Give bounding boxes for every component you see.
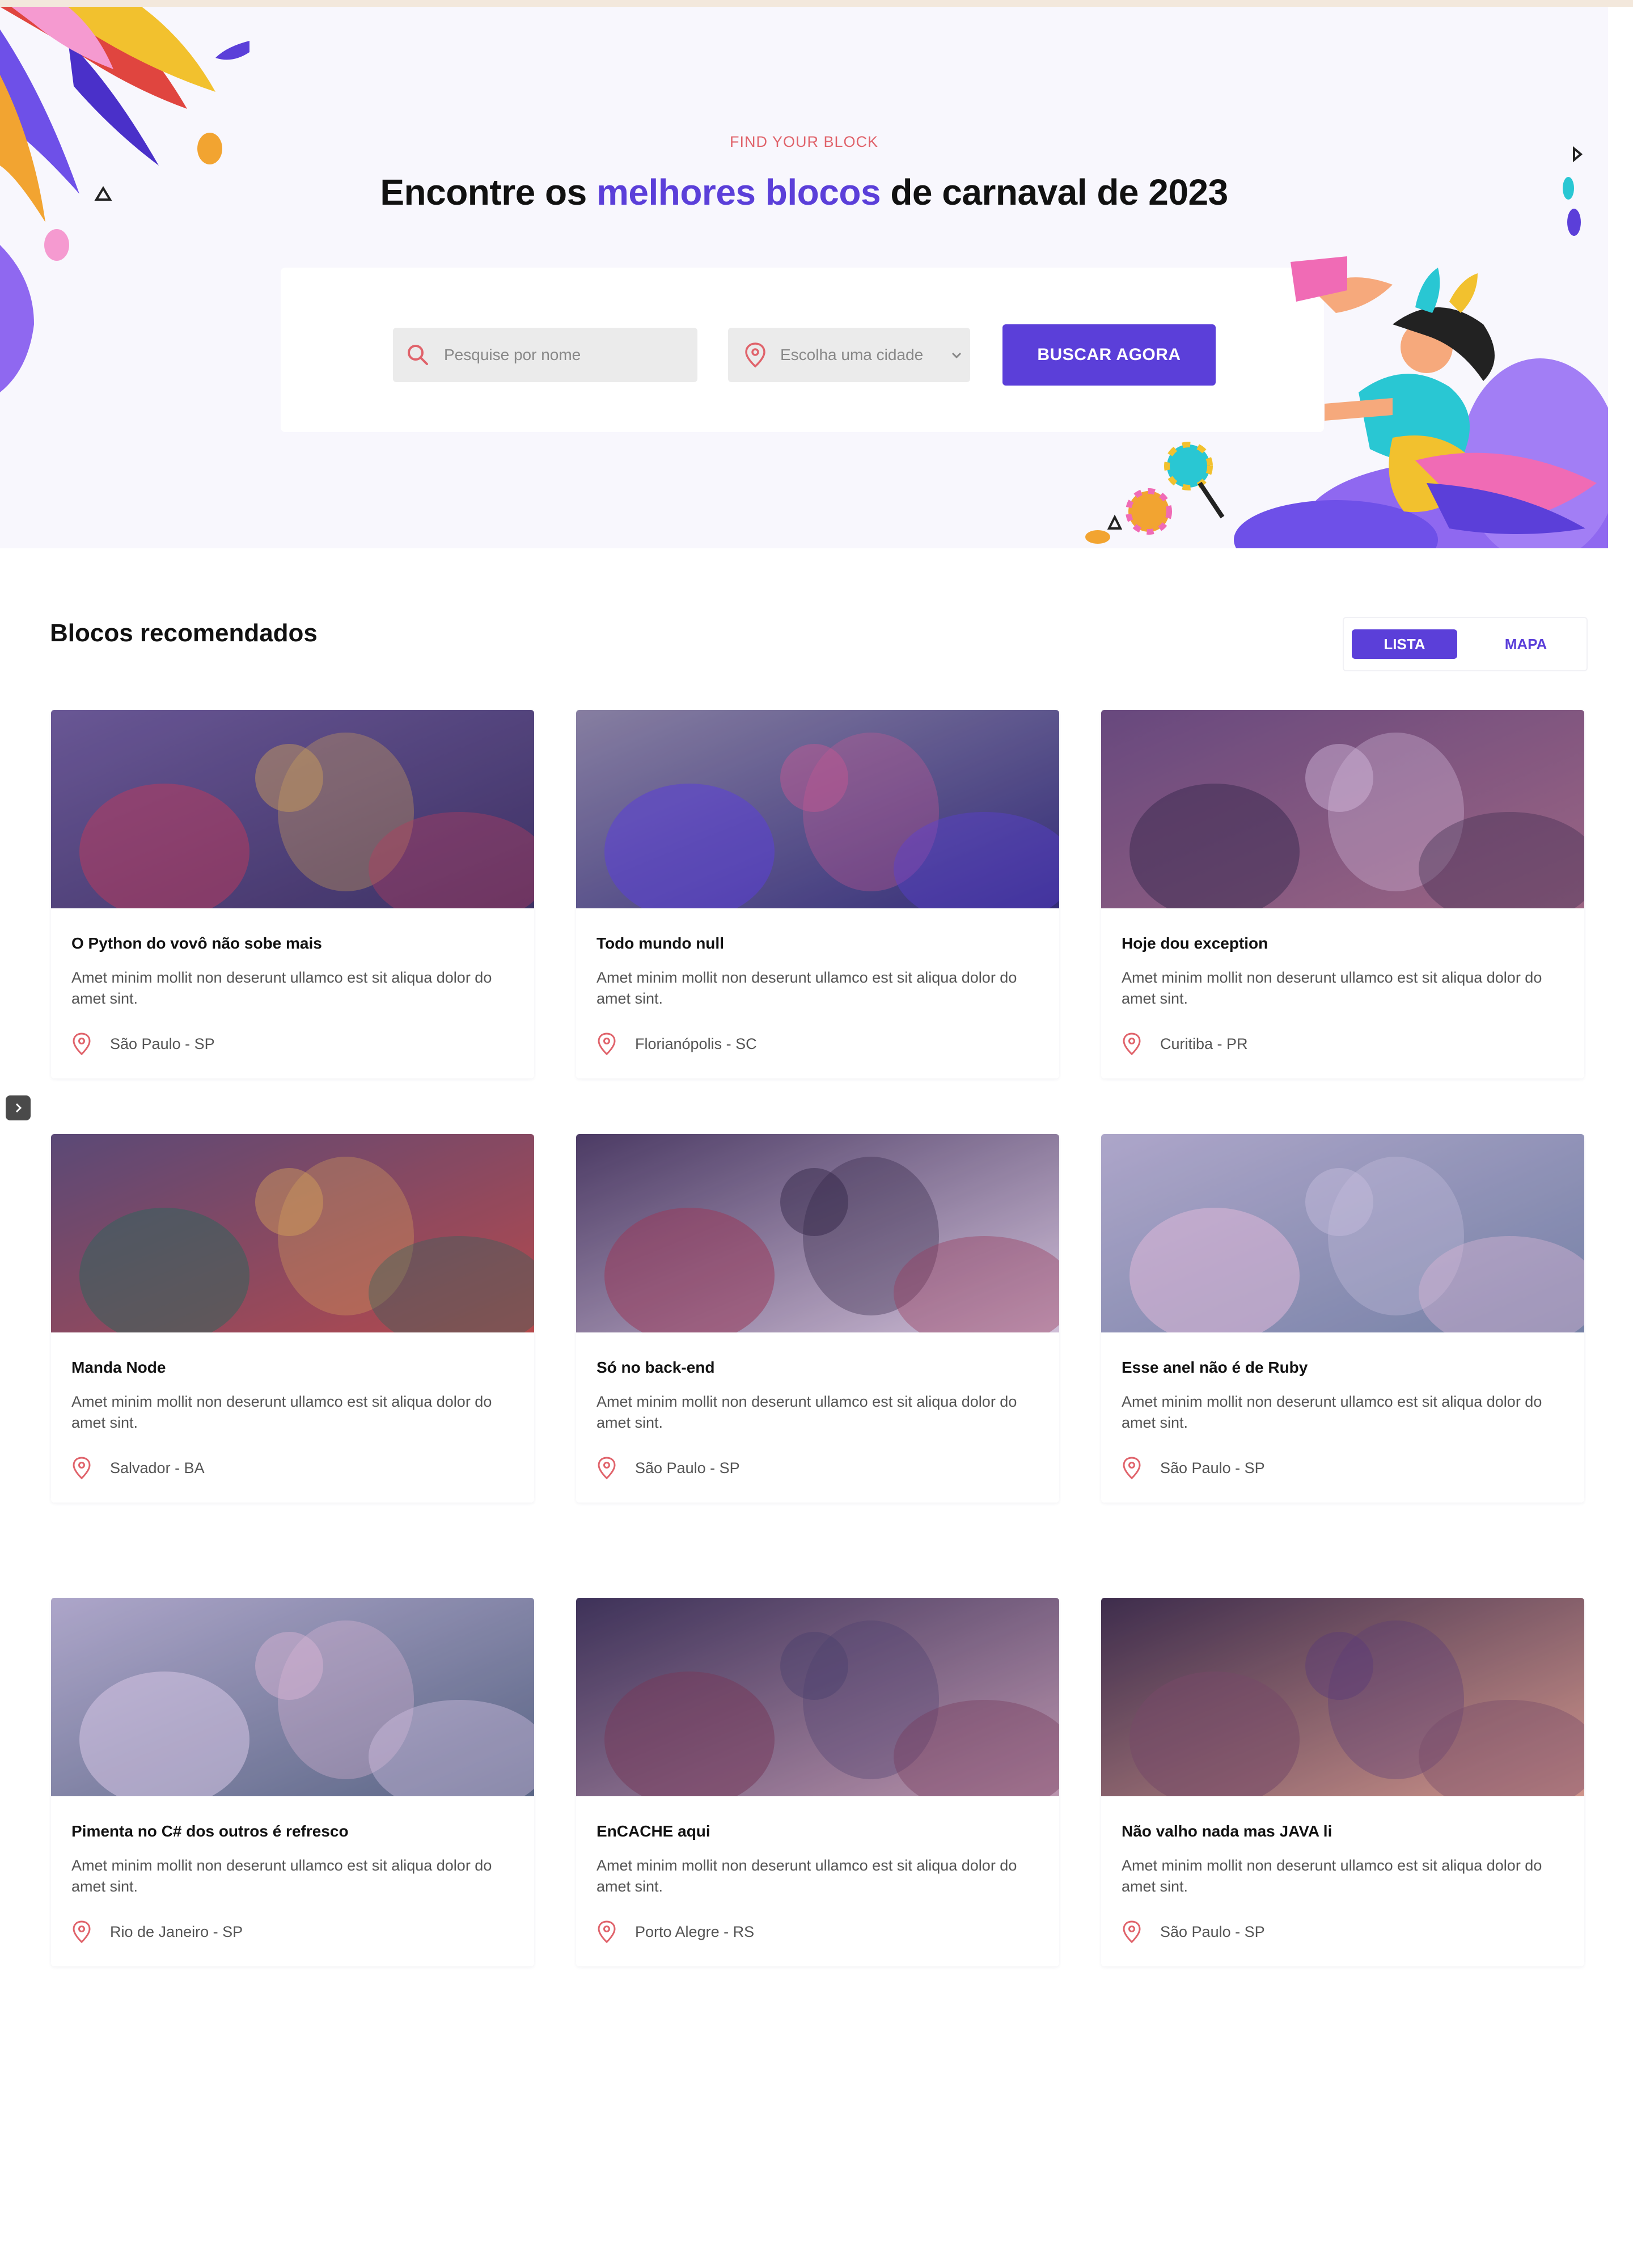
block-photo <box>51 1134 534 1332</box>
block-title[interactable]: Hoje dou exception <box>1122 934 1268 953</box>
block-location: São Paulo - SP <box>596 1456 740 1480</box>
chevron-down-icon <box>951 352 962 359</box>
side-panel-handle[interactable] <box>6 1095 31 1120</box>
block-location-text: Florianópolis - SC <box>635 1035 757 1052</box>
block-description: Amet minim mollit non deserunt ullamco e… <box>596 1857 1017 1895</box>
block-location: São Paulo - SP <box>1122 1920 1265 1944</box>
block-card[interactable]: Hoje dou exception Amet minim mollit non… <box>1101 710 1584 1078</box>
map-pin-icon <box>73 1457 91 1480</box>
block-location-text: São Paulo - SP <box>635 1459 740 1476</box>
block-card[interactable]: Esse anel não é de Ruby Amet minim molli… <box>1101 1134 1584 1503</box>
block-location-text: São Paulo - SP <box>1160 1923 1265 1940</box>
block-card[interactable]: O Python do vovô não sobe mais Amet mini… <box>51 710 534 1078</box>
carnival-dancer-illustration <box>1085 146 1608 548</box>
block-photo <box>1101 1134 1584 1332</box>
block-description: Amet minim mollit non deserunt ullamco e… <box>596 1393 1017 1431</box>
block-location: São Paulo - SP <box>1122 1456 1265 1480</box>
block-title[interactable]: Todo mundo null <box>596 934 724 953</box>
map-pin-icon <box>598 1033 616 1056</box>
block-location-text: Curitiba - PR <box>1160 1035 1248 1052</box>
block-card[interactable]: Não valho nada mas JAVA li Amet minim mo… <box>1101 1598 1584 1966</box>
block-title[interactable]: Manda Node <box>71 1359 166 1377</box>
search-name-input[interactable]: Pesquise por nome <box>393 328 697 382</box>
search-icon <box>408 345 428 365</box>
city-select-placeholder: Escolha uma cidade <box>780 346 924 363</box>
block-photo <box>1101 710 1584 908</box>
block-location: Rio de Janeiro - SP <box>71 1920 243 1944</box>
headline-highlight: melhores blocos <box>596 172 881 213</box>
block-card[interactable]: EnCACHE aqui Amet minim mollit non deser… <box>576 1598 1059 1966</box>
block-photo <box>576 1598 1059 1796</box>
block-photo <box>51 1598 534 1796</box>
block-photo <box>576 1134 1059 1332</box>
toggle-list-button[interactable]: LISTA <box>1352 629 1457 659</box>
chevron-right-icon <box>15 1103 22 1113</box>
block-title[interactable]: Pimenta no C# dos outros é refresco <box>71 1822 349 1840</box>
map-pin-icon <box>73 1033 91 1056</box>
block-location-text: Salvador - BA <box>110 1459 205 1476</box>
block-title[interactable]: Só no back-end <box>596 1359 714 1377</box>
block-location: Porto Alegre - RS <box>596 1920 754 1944</box>
search-name-placeholder: Pesquise por nome <box>444 346 581 363</box>
block-description: Amet minim mollit non deserunt ullamco e… <box>71 1393 492 1431</box>
block-description: Amet minim mollit non deserunt ullamco e… <box>71 1857 492 1895</box>
block-title[interactable]: Esse anel não é de Ruby <box>1122 1359 1308 1377</box>
headline-pre: Encontre os <box>380 172 596 213</box>
block-description: Amet minim mollit non deserunt ullamco e… <box>1122 1393 1542 1431</box>
top-border <box>0 0 1633 7</box>
block-card[interactable]: Todo mundo null Amet minim mollit non de… <box>576 710 1059 1078</box>
toggle-map-button[interactable]: MAPA <box>1473 629 1579 659</box>
block-description: Amet minim mollit non deserunt ullamco e… <box>596 969 1017 1007</box>
block-location-text: São Paulo - SP <box>1160 1459 1265 1476</box>
block-location: São Paulo - SP <box>71 1032 215 1056</box>
block-description: Amet minim mollit non deserunt ullamco e… <box>1122 1857 1542 1895</box>
block-title[interactable]: EnCACHE aqui <box>596 1822 710 1840</box>
view-toggle: LISTA MAPA <box>1343 617 1588 671</box>
block-photo <box>51 710 534 908</box>
block-title[interactable]: O Python do vovô não sobe mais <box>71 934 322 953</box>
block-card[interactable]: Manda Node Amet minim mollit non deserun… <box>51 1134 534 1503</box>
section-title: Blocos recomendados <box>50 619 318 647</box>
block-location-text: Porto Alegre - RS <box>635 1923 755 1940</box>
map-pin-icon <box>1123 1457 1141 1480</box>
map-pin-icon <box>598 1920 616 1944</box>
block-card[interactable]: Só no back-end Amet minim mollit non des… <box>576 1134 1059 1503</box>
block-card[interactable]: Pimenta no C# dos outros é refresco Amet… <box>51 1598 534 1966</box>
map-pin-icon <box>73 1920 91 1944</box>
block-description: Amet minim mollit non deserunt ullamco e… <box>1122 969 1542 1007</box>
block-photo <box>576 710 1059 908</box>
block-photo <box>1101 1598 1584 1796</box>
map-pin-icon <box>1123 1033 1141 1056</box>
block-location: Florianópolis - SC <box>596 1032 757 1056</box>
block-location-text: São Paulo - SP <box>110 1035 215 1052</box>
block-location-text: Rio de Janeiro - SP <box>110 1923 243 1940</box>
city-select[interactable]: Escolha uma cidade <box>728 328 970 382</box>
map-pin-icon <box>1123 1920 1141 1944</box>
block-location: Salvador - BA <box>71 1456 205 1480</box>
hero-banner: FIND YOUR BLOCK Encontre os melhores blo… <box>0 7 1608 548</box>
block-location: Curitiba - PR <box>1122 1032 1248 1056</box>
map-pin-icon <box>598 1457 616 1480</box>
block-description: Amet minim mollit non deserunt ullamco e… <box>71 969 492 1007</box>
block-title[interactable]: Não valho nada mas JAVA li <box>1122 1822 1332 1840</box>
map-pin-icon <box>745 342 765 368</box>
